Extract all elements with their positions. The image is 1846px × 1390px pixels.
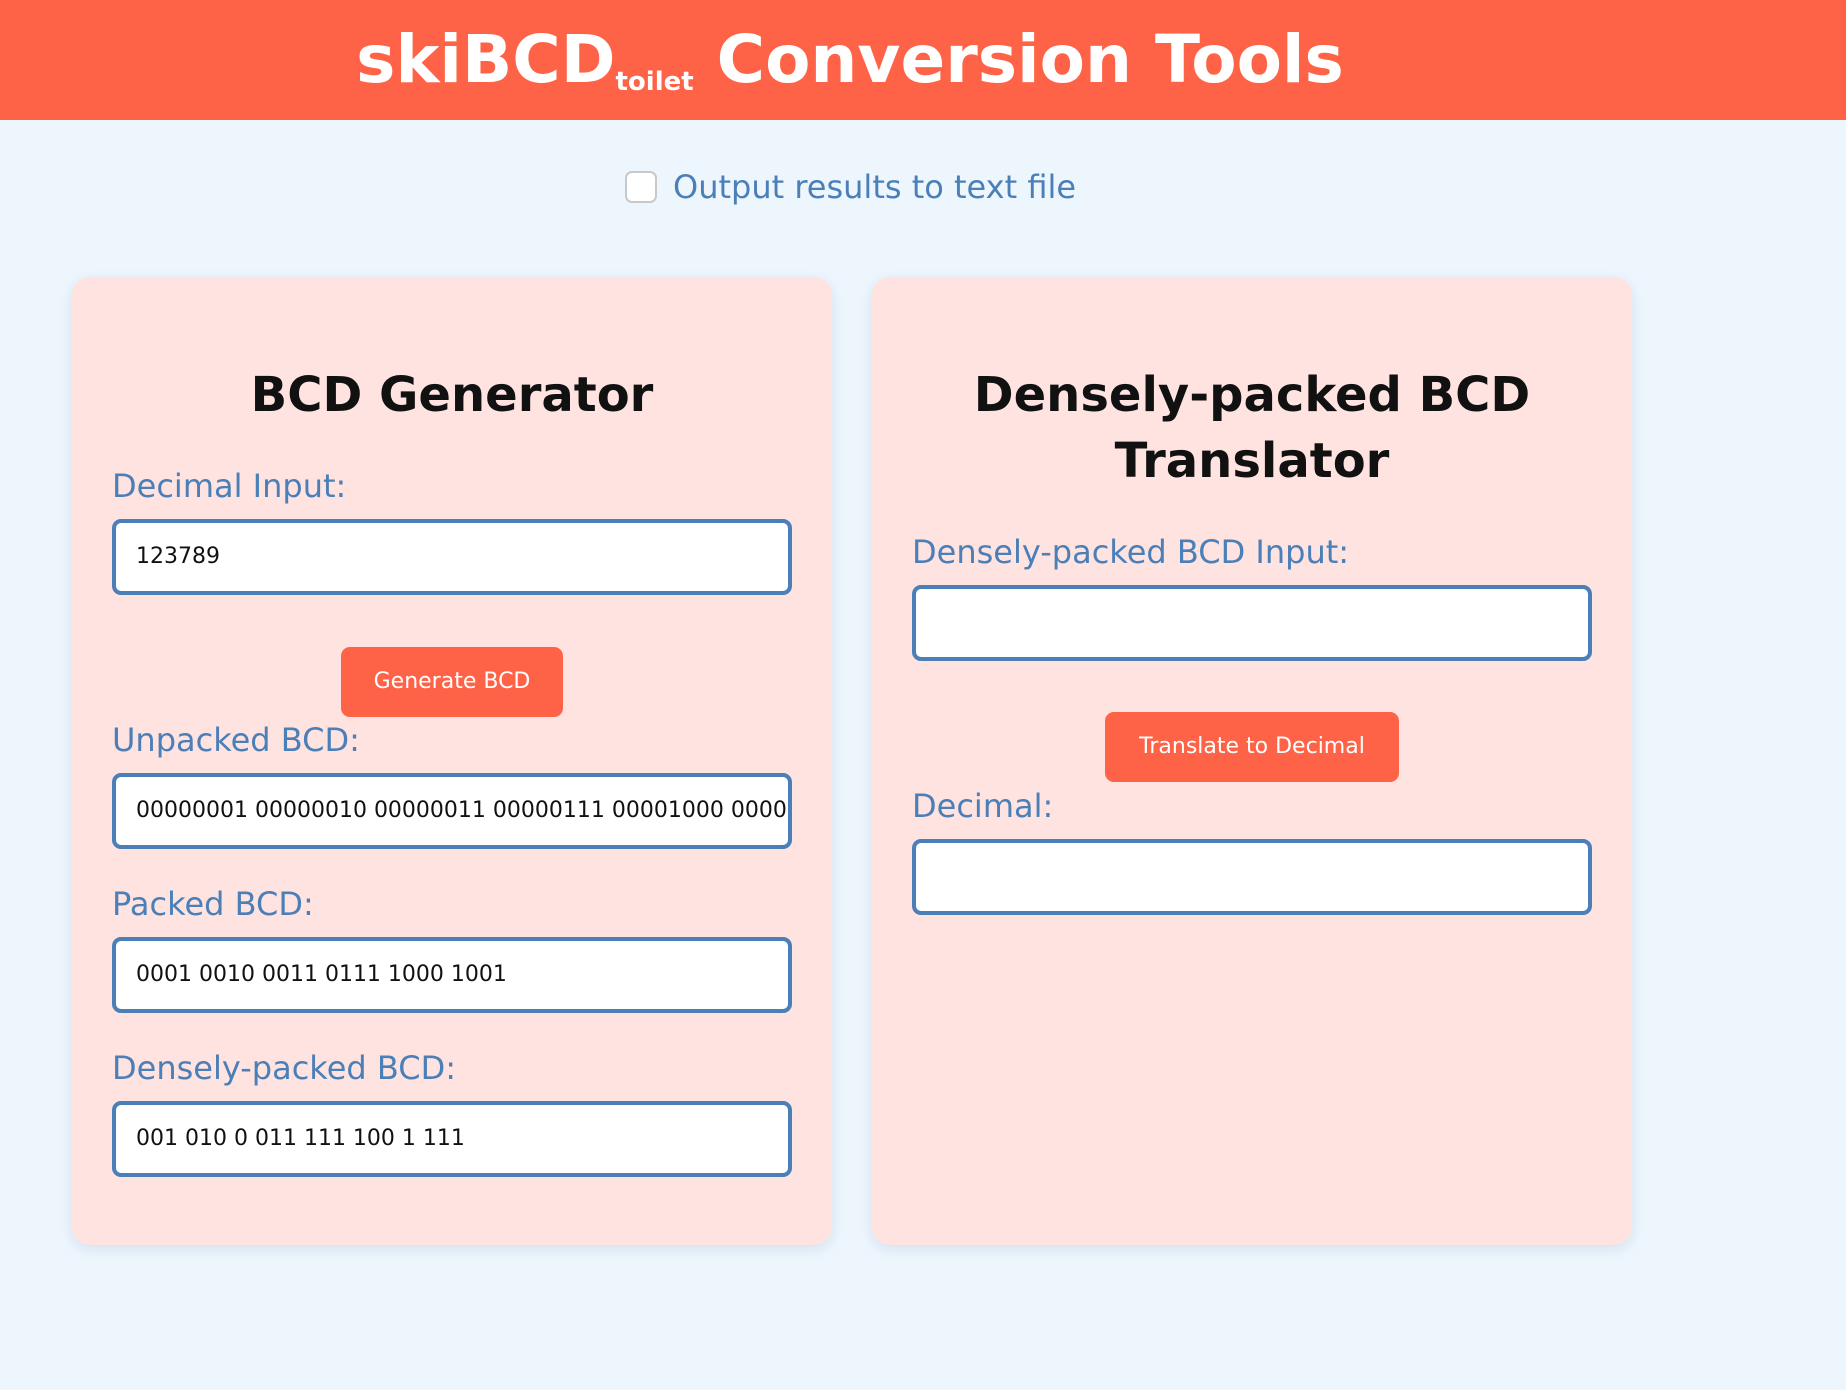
page-header: skiBCDtoilet Conversion Tools [0, 0, 1846, 120]
densely-packed-bcd-field[interactable]: 001 010 0 011 111 100 1 111 [112, 1101, 792, 1177]
densely-packed-bcd-label: Densely-packed BCD: [112, 1049, 457, 1087]
title-brand-subscript: toilet [615, 67, 694, 97]
title-suffix: Conversion Tools [716, 21, 1344, 98]
densely-packed-input-label: Densely-packed BCD Input: [912, 533, 1350, 571]
translate-to-decimal-button[interactable]: Translate to Decimal [1105, 712, 1399, 782]
decimal-output-field[interactable] [912, 839, 1592, 915]
densely-packed-input[interactable] [912, 585, 1592, 661]
output-to-file-option[interactable]: Output results to text file [625, 165, 1076, 209]
dpbcd-translator-title-line1: Densely-packed BCD [973, 367, 1531, 423]
decimal-input[interactable]: 123789 [112, 519, 792, 595]
dpbcd-translator-card: Densely-packed BCD Translator Densely-pa… [872, 277, 1632, 1245]
unpacked-bcd-field[interactable]: 00000001 00000010 00000011 00000111 0000… [112, 773, 792, 849]
bcd-generator-title: BCD Generator [250, 367, 654, 423]
decimal-input-label: Decimal Input: [112, 467, 347, 505]
output-to-file-label[interactable]: Output results to text file [673, 168, 1076, 206]
page-title: skiBCDtoilet Conversion Tools [0, 22, 1700, 120]
bcd-generator-card: BCD Generator Decimal Input: 123789 Gene… [72, 277, 832, 1245]
packed-bcd-field[interactable]: 0001 0010 0011 0111 1000 1001 [112, 937, 792, 1013]
packed-bcd-label: Packed BCD: [112, 885, 314, 923]
generate-bcd-button[interactable]: Generate BCD [341, 647, 563, 717]
dpbcd-translator-title-line2: Translator [1114, 433, 1390, 489]
title-brand: skiBCD [356, 21, 616, 98]
output-to-file-checkbox[interactable] [625, 171, 657, 203]
decimal-output-label: Decimal: [912, 787, 1054, 825]
unpacked-bcd-label: Unpacked BCD: [112, 721, 360, 759]
